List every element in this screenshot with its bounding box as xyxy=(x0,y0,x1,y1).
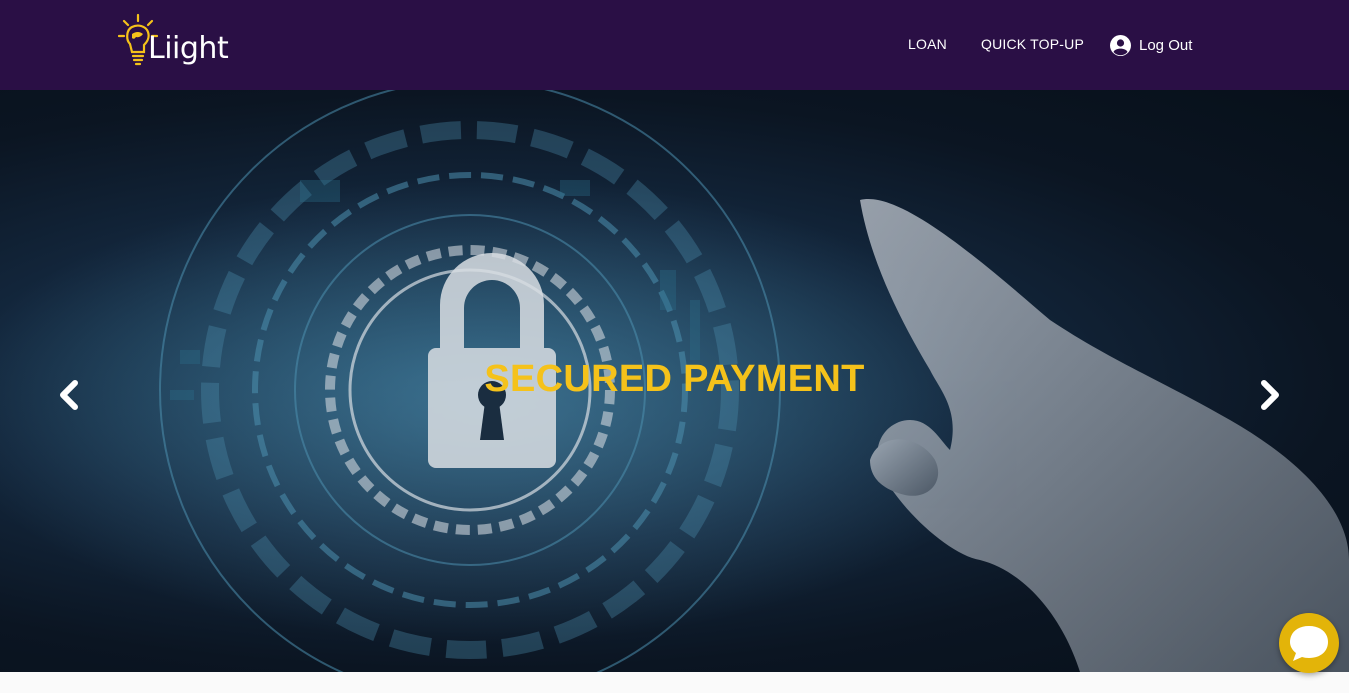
hero-carousel: SECURED PAYMENT xyxy=(0,90,1349,672)
carousel-next-button[interactable] xyxy=(1254,375,1284,415)
chevron-left-icon xyxy=(60,380,78,410)
chat-bubble-icon xyxy=(1290,626,1328,661)
page-footer-strip xyxy=(0,672,1349,693)
nav-quick-topup-link[interactable]: QUICK TOP-UP xyxy=(981,36,1084,52)
nav-loan-link[interactable]: LOAN xyxy=(908,36,947,52)
chevron-right-icon xyxy=(1261,380,1279,410)
logout-button[interactable]: Log Out xyxy=(1110,34,1192,56)
logout-label: Log Out xyxy=(1139,36,1193,54)
chat-button[interactable] xyxy=(1279,613,1339,673)
hero-title: SECURED PAYMENT xyxy=(484,358,865,400)
carousel-prev-button[interactable] xyxy=(55,375,85,415)
brand-name: Liight xyxy=(148,31,229,66)
user-circle-icon xyxy=(1110,34,1131,56)
top-navbar: Liight LOAN QUICK TOP-UP Log Out xyxy=(0,0,1349,90)
brand-logo[interactable]: Liight xyxy=(118,12,238,78)
